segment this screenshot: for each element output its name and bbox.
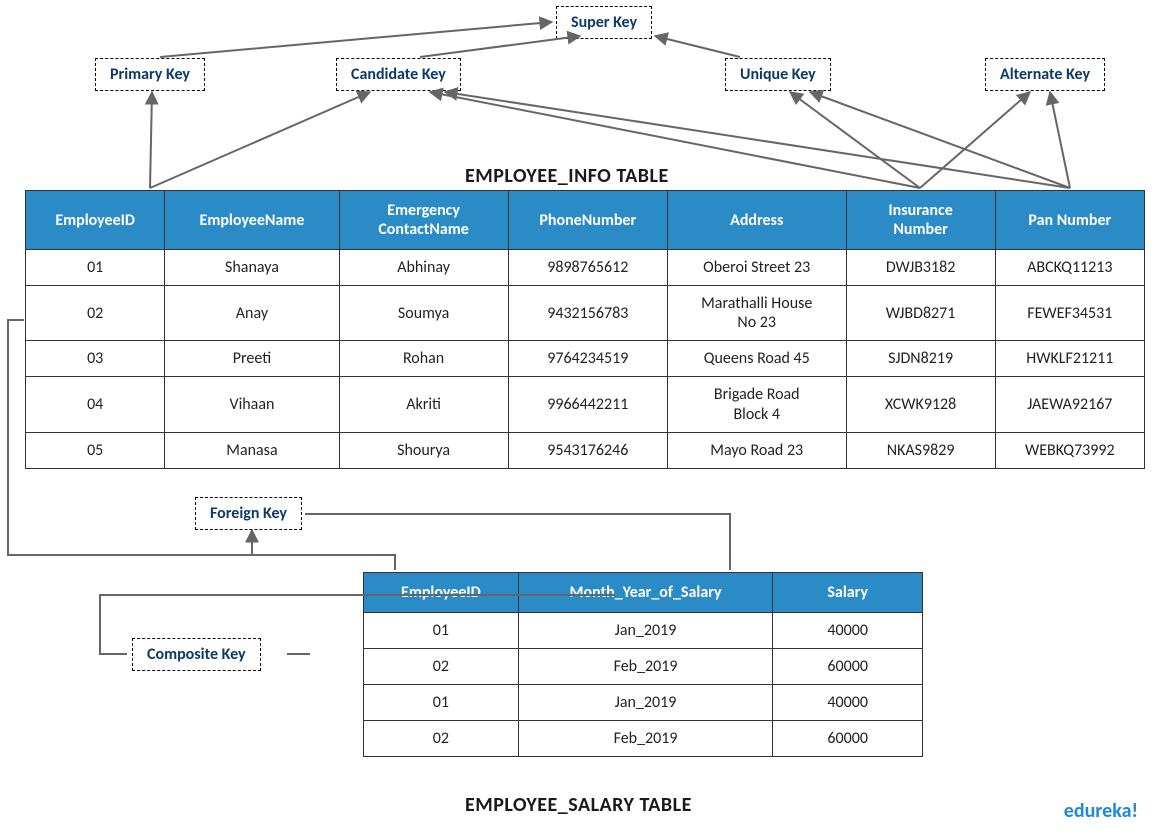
table-cell: Feb_2019 — [518, 721, 773, 757]
table-cell: Preeti — [165, 341, 339, 377]
column-header: EmergencyContactName — [339, 191, 508, 250]
table-cell: 40000 — [773, 685, 923, 721]
table-cell: 02 — [364, 649, 519, 685]
table-cell: Soumya — [339, 286, 508, 341]
table-row: 02Feb_201960000 — [364, 721, 923, 757]
table-row: 01Jan_201940000 — [364, 613, 923, 649]
table-cell: Jan_2019 — [518, 685, 773, 721]
brand-logo: edureka! — [1064, 799, 1138, 823]
table-row: 05ManasaShourya9543176246Mayo Road 23NKA… — [26, 432, 1145, 468]
composite-key-box: Composite Key — [132, 638, 261, 671]
table-cell: 9543176246 — [508, 432, 667, 468]
table-cell: JAEWA92167 — [995, 377, 1144, 432]
employee-info-title: EMPLOYEE_INFO TABLE — [465, 164, 669, 188]
table-cell: Akriti — [339, 377, 508, 432]
table-cell: WEBKQ73992 — [995, 432, 1144, 468]
column-header: EmployeeID — [26, 191, 165, 250]
table-cell: HWKLF21211 — [995, 341, 1144, 377]
unique-key-box: Unique Key — [725, 58, 831, 91]
table-cell: Jan_2019 — [518, 613, 773, 649]
table-cell: 05 — [26, 432, 165, 468]
table-cell: Rohan — [339, 341, 508, 377]
column-header: Pan Number — [995, 191, 1144, 250]
table-row: 01ShanayaAbhinay9898765612Oberoi Street … — [26, 250, 1145, 286]
table-cell: 40000 — [773, 613, 923, 649]
table-cell: Brigade RoadBlock 4 — [667, 377, 846, 432]
table-cell: 9432156783 — [508, 286, 667, 341]
column-header: Month_Year_of_Salary — [518, 573, 773, 613]
table-cell: SJDN8219 — [846, 341, 995, 377]
table-cell: 01 — [364, 613, 519, 649]
table-cell: ABCKQ11213 — [995, 250, 1144, 286]
column-header: Address — [667, 191, 846, 250]
table-cell: Anay — [165, 286, 339, 341]
table-cell: FEWEF34531 — [995, 286, 1144, 341]
table-cell: Marathalli HouseNo 23 — [667, 286, 846, 341]
table-cell: 01 — [26, 250, 165, 286]
table-cell: 02 — [26, 286, 165, 341]
super-key-box: Super Key — [556, 6, 652, 39]
column-header: Salary — [773, 573, 923, 613]
column-header: EmployeeID — [364, 573, 519, 613]
table-row: 02AnaySoumya9432156783Marathalli HouseNo… — [26, 286, 1145, 341]
table-cell: 9966442211 — [508, 377, 667, 432]
table-row: 01Jan_201940000 — [364, 685, 923, 721]
table-cell: 9898765612 — [508, 250, 667, 286]
candidate-key-box: Candidate Key — [336, 58, 461, 91]
table-cell: Vihaan — [165, 377, 339, 432]
table-cell: XCWK9128 — [846, 377, 995, 432]
table-cell: WJBD8271 — [846, 286, 995, 341]
table-cell: Abhinay — [339, 250, 508, 286]
table-cell: Feb_2019 — [518, 649, 773, 685]
table-cell: 9764234519 — [508, 341, 667, 377]
employee-info-table: EmployeeIDEmployeeNameEmergencyContactNa… — [25, 190, 1145, 469]
table-cell: Queens Road 45 — [667, 341, 846, 377]
table-cell: NKAS9829 — [846, 432, 995, 468]
table-cell: 60000 — [773, 721, 923, 757]
table-cell: Manasa — [165, 432, 339, 468]
column-header: EmployeeName — [165, 191, 339, 250]
table-row: 04VihaanAkriti9966442211Brigade RoadBloc… — [26, 377, 1145, 432]
foreign-key-box: Foreign Key — [195, 497, 302, 530]
column-header: PhoneNumber — [508, 191, 667, 250]
alternate-key-box: Alternate Key — [985, 58, 1105, 91]
table-row: 02Feb_201960000 — [364, 649, 923, 685]
table-cell: 01 — [364, 685, 519, 721]
employee-salary-title: EMPLOYEE_SALARY TABLE — [465, 793, 692, 817]
table-cell: DWJB3182 — [846, 250, 995, 286]
table-cell: 03 — [26, 341, 165, 377]
table-cell: Shanaya — [165, 250, 339, 286]
table-row: 03PreetiRohan9764234519Queens Road 45SJD… — [26, 341, 1145, 377]
table-cell: 02 — [364, 721, 519, 757]
table-cell: Mayo Road 23 — [667, 432, 846, 468]
primary-key-box: Primary Key — [95, 58, 205, 91]
table-cell: 60000 — [773, 649, 923, 685]
column-header: InsuranceNumber — [846, 191, 995, 250]
employee-salary-table: EmployeeIDMonth_Year_of_SalarySalary01Ja… — [363, 572, 923, 757]
table-cell: 04 — [26, 377, 165, 432]
table-cell: Oberoi Street 23 — [667, 250, 846, 286]
table-cell: Shourya — [339, 432, 508, 468]
